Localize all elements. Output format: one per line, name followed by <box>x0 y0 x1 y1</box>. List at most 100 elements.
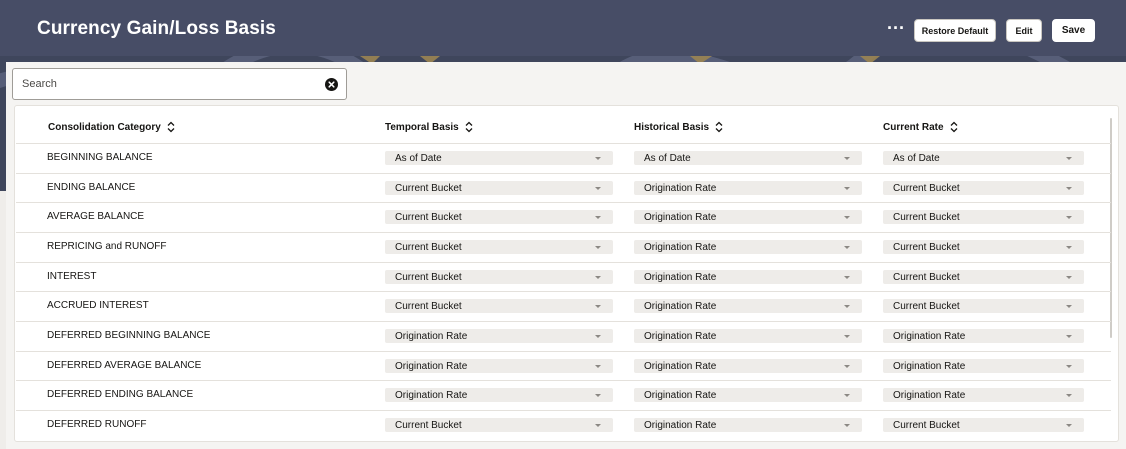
historical-basis-select[interactable]: Origination Rate <box>634 329 862 343</box>
chevron-down-icon <box>595 186 601 190</box>
table-row: DEFERRED RUNOFF Current Bucket Originati… <box>16 410 1111 440</box>
historical-basis-select[interactable]: Origination Rate <box>634 270 862 284</box>
column-header-current-rate[interactable]: Current Rate <box>883 120 958 134</box>
select-value: Current Bucket <box>893 271 960 283</box>
table-row: ACCRUED INTEREST Current Bucket Originat… <box>16 291 1111 321</box>
current-rate-select[interactable]: Current Bucket <box>883 299 1084 313</box>
current-rate-select[interactable]: Current Bucket <box>883 210 1084 224</box>
search-field <box>12 68 347 100</box>
temporal-basis-select[interactable]: Current Bucket <box>385 240 613 254</box>
select-value: Current Bucket <box>395 271 462 283</box>
select-value: Origination Rate <box>644 419 717 431</box>
clear-circle-icon[interactable] <box>325 78 338 91</box>
table-row: INTEREST Current Bucket Origination Rate… <box>16 262 1111 292</box>
select-value: Current Bucket <box>395 182 462 194</box>
chevron-down-icon <box>844 245 850 249</box>
temporal-basis-select[interactable]: Origination Rate <box>385 359 613 373</box>
historical-basis-select[interactable]: Origination Rate <box>634 418 862 432</box>
chevron-down-icon <box>1066 245 1072 249</box>
select-value: Origination Rate <box>893 330 966 342</box>
sort-icon <box>465 121 473 133</box>
sort-icon <box>167 121 175 133</box>
historical-basis-select[interactable]: Origination Rate <box>634 181 862 195</box>
chevron-down-icon <box>595 245 601 249</box>
table-row: DEFERRED AVERAGE BALANCE Origination Rat… <box>16 351 1111 381</box>
column-header-temporal-basis[interactable]: Temporal Basis <box>385 120 473 134</box>
temporal-basis-select[interactable]: Origination Rate <box>385 388 613 402</box>
temporal-basis-select[interactable]: Current Bucket <box>385 210 613 224</box>
select-value: Origination Rate <box>644 182 717 194</box>
temporal-basis-select[interactable]: Current Bucket <box>385 270 613 284</box>
temporal-basis-select[interactable]: As of Date <box>385 151 613 165</box>
historical-basis-select[interactable]: Origination Rate <box>634 240 862 254</box>
search-input[interactable] <box>22 75 312 93</box>
chevron-down-icon <box>844 156 850 160</box>
chevron-down-icon <box>844 186 850 190</box>
chevron-down-icon <box>595 156 601 160</box>
current-rate-select[interactable]: Current Bucket <box>883 270 1084 284</box>
chevron-down-icon <box>595 334 601 338</box>
select-value: Current Bucket <box>395 419 462 431</box>
column-header-label: Temporal Basis <box>385 121 459 133</box>
select-value: Origination Rate <box>644 211 717 223</box>
historical-basis-select[interactable]: Origination Rate <box>634 359 862 373</box>
current-rate-select[interactable]: Origination Rate <box>883 388 1084 402</box>
temporal-basis-select[interactable]: Current Bucket <box>385 181 613 195</box>
chevron-down-icon <box>1066 275 1072 279</box>
current-rate-select[interactable]: Current Bucket <box>883 240 1084 254</box>
select-value: Current Bucket <box>893 211 960 223</box>
sort-icon <box>715 121 723 133</box>
table-row: DEFERRED ENDING BALANCE Origination Rate… <box>16 380 1111 410</box>
chevron-down-icon <box>595 304 601 308</box>
category-cell: BEGINNING BALANCE <box>47 152 153 163</box>
edit-button[interactable]: Edit <box>1006 19 1042 42</box>
category-cell: ACCRUED INTEREST <box>47 300 149 311</box>
column-header-historical-basis[interactable]: Historical Basis <box>634 120 723 134</box>
select-value: Current Bucket <box>893 241 960 253</box>
historical-basis-select[interactable]: Origination Rate <box>634 210 862 224</box>
select-value: Origination Rate <box>395 389 468 401</box>
chevron-down-icon <box>844 215 850 219</box>
current-rate-select[interactable]: Current Bucket <box>883 418 1084 432</box>
select-value: Current Bucket <box>893 182 960 194</box>
column-header-label: Current Rate <box>883 121 944 133</box>
historical-basis-select[interactable]: Origination Rate <box>634 299 862 313</box>
current-rate-select[interactable]: Current Bucket <box>883 181 1084 195</box>
select-value: Origination Rate <box>644 330 717 342</box>
category-cell: REPRICING and RUNOFF <box>47 241 167 252</box>
save-button[interactable]: Save <box>1052 19 1095 42</box>
select-value: Origination Rate <box>893 389 966 401</box>
current-rate-select[interactable]: Origination Rate <box>883 359 1084 373</box>
chevron-down-icon <box>595 275 601 279</box>
restore-default-button[interactable]: Restore Default <box>914 19 996 42</box>
select-value: Origination Rate <box>644 360 717 372</box>
select-value: Origination Rate <box>395 330 468 342</box>
sort-icon <box>950 121 958 133</box>
historical-basis-select[interactable]: As of Date <box>634 151 862 165</box>
historical-basis-select[interactable]: Origination Rate <box>634 388 862 402</box>
select-value: Current Bucket <box>893 419 960 431</box>
more-actions-button[interactable]: ··· <box>884 19 908 42</box>
table-row: ENDING BALANCE Current Bucket Originatio… <box>16 173 1111 203</box>
select-value: Origination Rate <box>644 271 717 283</box>
category-cell: INTEREST <box>47 271 97 282</box>
chevron-down-icon <box>1066 215 1072 219</box>
temporal-basis-select[interactable]: Current Bucket <box>385 299 613 313</box>
chevron-down-icon <box>844 275 850 279</box>
temporal-basis-select[interactable]: Current Bucket <box>385 418 613 432</box>
current-rate-select[interactable]: Origination Rate <box>883 329 1084 343</box>
select-value: As of Date <box>395 152 442 164</box>
select-value: Origination Rate <box>395 360 468 372</box>
chevron-down-icon <box>1066 186 1072 190</box>
select-value: Origination Rate <box>644 389 717 401</box>
temporal-basis-select[interactable]: Origination Rate <box>385 329 613 343</box>
select-value: As of Date <box>893 152 940 164</box>
table-row: DEFERRED BEGINNING BALANCE Origination R… <box>16 321 1111 351</box>
category-cell: DEFERRED RUNOFF <box>47 419 147 430</box>
table-row: AVERAGE BALANCE Current Bucket Originati… <box>16 202 1111 232</box>
select-value: Current Bucket <box>395 300 462 312</box>
select-value: Current Bucket <box>893 300 960 312</box>
current-rate-select[interactable]: As of Date <box>883 151 1084 165</box>
column-header-consolidation-category[interactable]: Consolidation Category <box>48 120 175 134</box>
category-cell: ENDING BALANCE <box>47 182 136 193</box>
